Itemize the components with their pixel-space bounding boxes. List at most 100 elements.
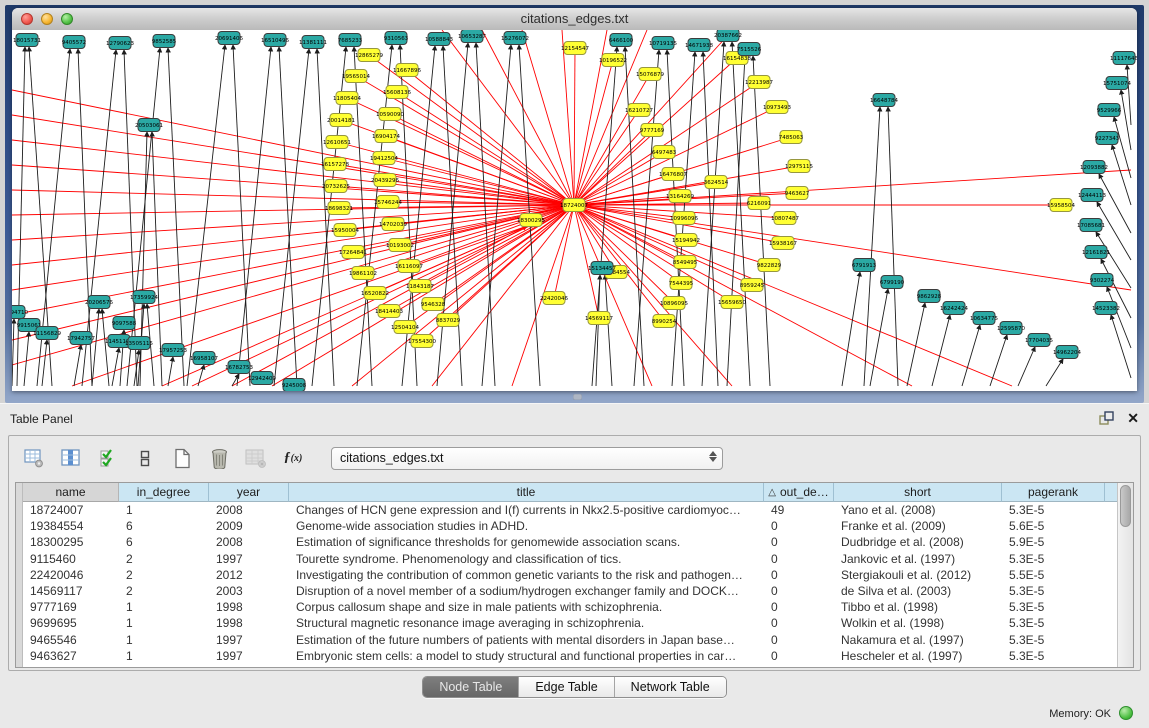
table-cell[interactable]: Jankovic et al. (1997) <box>834 551 1002 567</box>
graph-edge[interactable] <box>574 205 1012 386</box>
column-header-name[interactable]: name <box>23 483 119 502</box>
graph-node[interactable]: 16242424 <box>940 302 968 315</box>
table-cell[interactable]: 5.3E-5 <box>1002 632 1105 648</box>
graph-edge[interactable] <box>24 332 29 386</box>
graph-node[interactable]: 9097588 <box>112 317 137 330</box>
graph-node[interactable]: 15746244 <box>374 196 402 209</box>
graph-edge[interactable] <box>437 43 468 386</box>
graph-edge[interactable] <box>932 315 950 386</box>
table-cell[interactable]: 5.3E-5 <box>1002 551 1105 567</box>
graph-node[interactable]: 18015731 <box>13 34 41 47</box>
table-cell[interactable]: 0 <box>764 567 834 583</box>
graph-node[interactable]: 17359924 <box>130 291 158 304</box>
graph-edge[interactable] <box>625 47 644 386</box>
graph-node[interactable]: 15659650 <box>718 296 746 309</box>
graph-node[interactable]: 13505115 <box>125 337 153 350</box>
graph-edge[interactable] <box>1046 359 1063 386</box>
table-cell[interactable]: 1 <box>119 599 209 615</box>
column-header-title[interactable]: title <box>289 483 764 502</box>
table-cell[interactable]: Corpus callosum shape and size in male p… <box>289 599 764 615</box>
graph-node[interactable]: 9310563 <box>384 32 409 45</box>
graph-node[interactable]: 10634775 <box>970 312 998 325</box>
graph-node[interactable]: 10193002 <box>386 239 414 252</box>
table-cell[interactable]: 9463627 <box>23 648 119 664</box>
graph-edge[interactable] <box>168 48 184 386</box>
table-row[interactable]: 911546021997Tourette syndrome. Phenomeno… <box>23 551 1117 567</box>
table-cell[interactable]: 2009 <box>209 518 289 534</box>
graph-edge[interactable] <box>12 90 574 205</box>
graph-node[interactable]: 11843187 <box>406 280 434 293</box>
column-header-in_degree[interactable]: in_degree <box>119 483 209 502</box>
graph-edge[interactable] <box>574 48 575 205</box>
graph-node[interactable]: 16648784 <box>870 94 898 107</box>
close-panel-icon[interactable]: ✕ <box>1127 411 1139 425</box>
table-cell[interactable]: 6 <box>119 534 209 550</box>
graph-node[interactable]: 6216091 <box>747 197 772 210</box>
column-select-icon[interactable] <box>60 447 82 469</box>
graph-node[interactable]: 16782753 <box>225 361 253 374</box>
table-cell[interactable]: 18724007 <box>23 502 119 518</box>
graph-node[interactable]: 8990254 <box>652 315 677 328</box>
graph-node[interactable]: 19565014 <box>342 70 370 83</box>
graph-node[interactable]: 12790623 <box>106 37 134 50</box>
graph-node[interactable]: 16958107 <box>190 352 218 365</box>
graph-node[interactable]: 15194942 <box>672 234 700 247</box>
graph-edge[interactable] <box>634 50 659 386</box>
table-cell[interactable]: de Silva et al. (2003) <box>834 583 1002 599</box>
graph-edge[interactable] <box>482 30 574 205</box>
graph-node[interactable]: 16157278 <box>321 158 349 171</box>
graph-node[interactable]: 6466100 <box>609 34 634 47</box>
table-cell[interactable]: 1 <box>119 615 209 631</box>
graph-node[interactable]: 17264841 <box>339 246 367 259</box>
graph-node[interactable]: 12595870 <box>997 322 1025 335</box>
table-cell[interactable]: 6 <box>119 518 209 534</box>
table-cell[interactable]: 5.3E-5 <box>1002 583 1105 599</box>
graph-edge[interactable] <box>574 170 1131 205</box>
graph-node[interactable]: 16520822 <box>361 287 389 300</box>
table-vertical-scrollbar[interactable] <box>1117 483 1133 667</box>
table-cell[interactable]: 1 <box>119 632 209 648</box>
graph-edge[interactable] <box>233 45 250 386</box>
new-file-icon[interactable] <box>171 447 193 469</box>
graph-edge[interactable] <box>386 136 574 205</box>
table-cell[interactable]: 14569117 <box>23 583 119 599</box>
graph-node[interactable]: 11805404 <box>333 92 361 105</box>
table-combobox[interactable]: citations_edges.txt <box>331 447 723 470</box>
table-cell[interactable]: 2 <box>119 583 209 599</box>
table-row[interactable]: 1830029562008Estimation of significance … <box>23 534 1117 550</box>
graph-edge[interactable] <box>12 115 574 205</box>
graph-node[interactable]: 12610651 <box>323 136 351 149</box>
table-cell[interactable]: 5.3E-5 <box>1002 502 1105 518</box>
tab-node-table[interactable]: Node Table <box>423 677 519 697</box>
graph-node[interactable]: 12975115 <box>785 160 813 173</box>
graph-node[interactable]: 11156829 <box>33 327 61 340</box>
table-cell[interactable]: Tibbo et al. (1998) <box>834 599 1002 615</box>
graph-node[interactable]: 15076879 <box>636 68 664 81</box>
table-cell[interactable]: 2012 <box>209 567 289 583</box>
table-cell[interactable]: Genome-wide association studies in ADHD. <box>289 518 764 534</box>
memory-status-indicator[interactable] <box>1119 706 1133 720</box>
table-cell[interactable]: Wolkin et al. (1998) <box>834 615 1002 631</box>
graph-node[interactable]: 9463627 <box>785 187 810 200</box>
graph-node[interactable]: 16476807 <box>659 168 687 181</box>
table-cell[interactable]: 1997 <box>209 632 289 648</box>
graph-node[interactable]: 20206576 <box>85 296 113 309</box>
graph-node[interactable]: 11667896 <box>393 64 421 77</box>
graph-node[interactable]: 9245008 <box>282 379 307 392</box>
table-cell[interactable]: Estimation of significance thresholds fo… <box>289 534 764 550</box>
table-cell[interactable]: Changes of HCN gene expression and I(f) … <box>289 502 764 518</box>
graph-edge[interactable] <box>727 56 745 386</box>
graph-node[interactable]: 18300295 <box>517 214 545 227</box>
table-row[interactable]: 1938455462009Genome-wide association stu… <box>23 518 1117 534</box>
graph-edge[interactable] <box>1114 117 1131 178</box>
graph-node[interactable]: 10719135 <box>649 37 677 50</box>
graph-edge[interactable] <box>187 45 225 386</box>
table-cell[interactable]: 2008 <box>209 534 289 550</box>
column-header-year[interactable]: year <box>209 483 289 502</box>
graph-node[interactable]: 10196522 <box>599 54 627 67</box>
table-row[interactable]: 977716911998Corpus callosum shape and si… <box>23 599 1117 615</box>
table-cell[interactable]: 0 <box>764 551 834 567</box>
table-cell[interactable]: Disruption of a novel member of a sodium… <box>289 583 764 599</box>
graph-node[interactable]: 11117646 <box>1110 52 1137 65</box>
graph-node[interactable]: 19861102 <box>349 267 377 280</box>
